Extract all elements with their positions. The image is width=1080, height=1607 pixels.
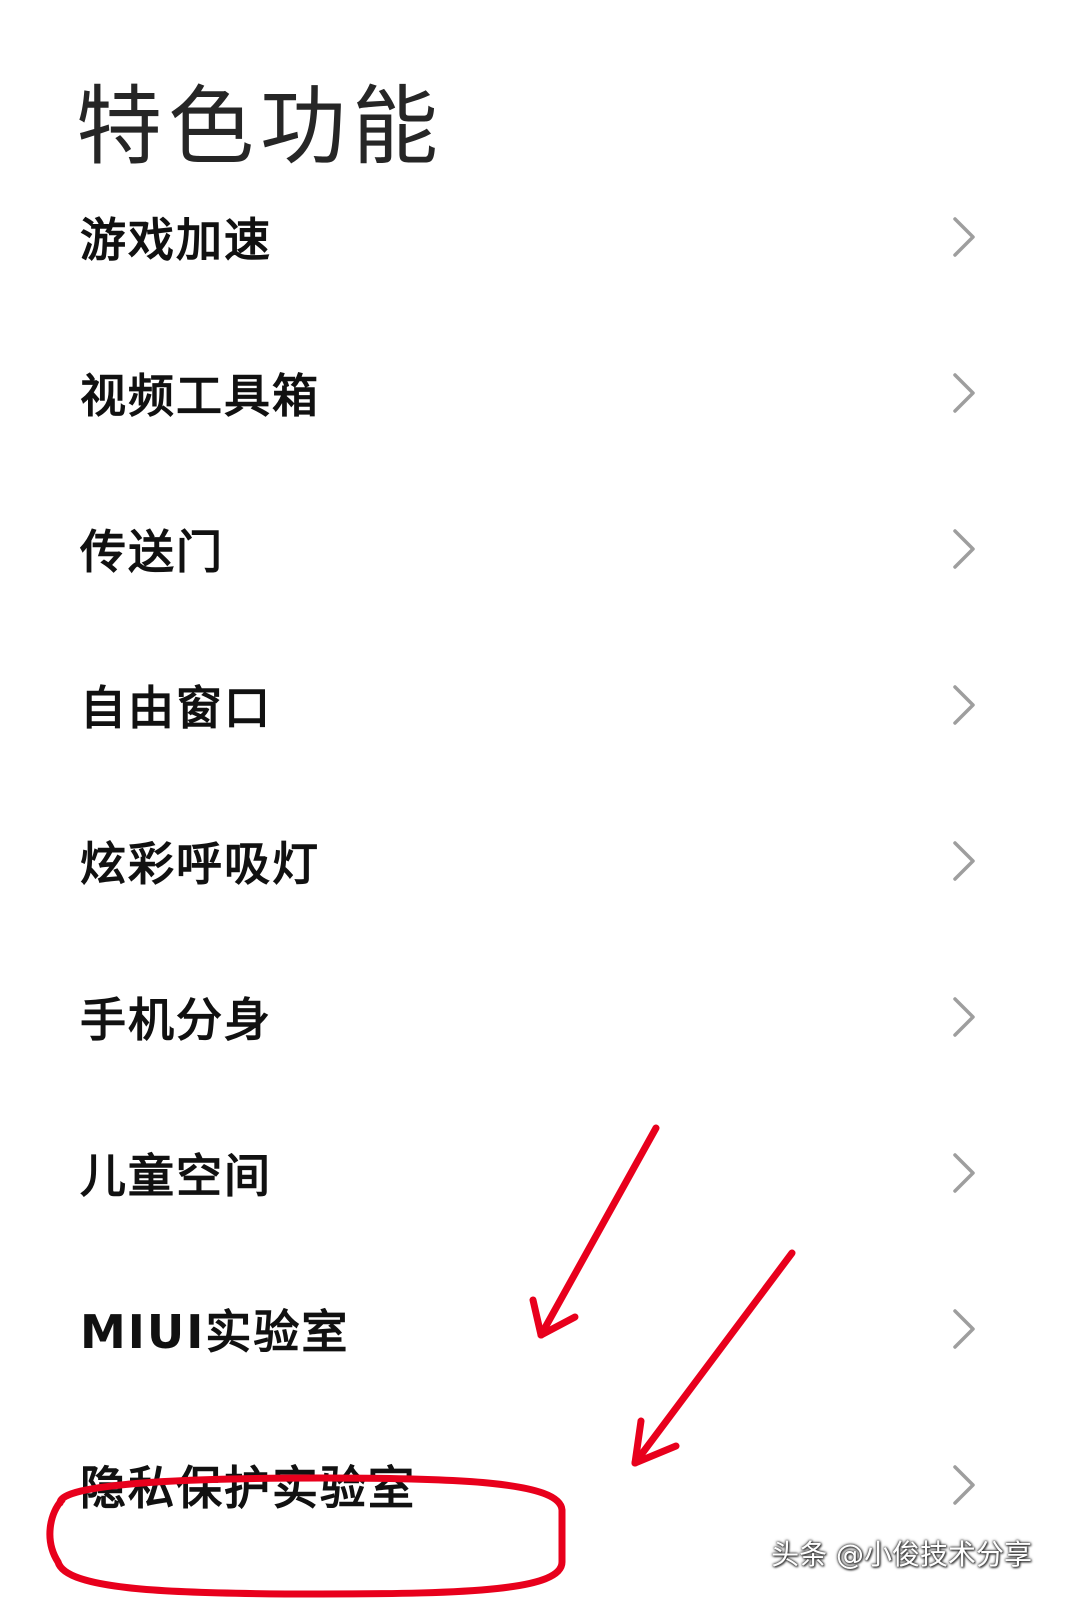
chevron-right-icon <box>945 838 981 884</box>
menu-item-second-space[interactable]: 手机分身 <box>0 939 1080 1095</box>
menu-item-video-toolbox[interactable]: 视频工具箱 <box>0 315 1080 471</box>
menu-item-game-turbo[interactable]: 游戏加速 <box>0 159 1080 315</box>
menu-item-label: 自由窗口 <box>80 681 272 735</box>
chevron-right-icon <box>945 682 981 728</box>
menu-item-label: 视频工具箱 <box>80 369 320 423</box>
chevron-right-icon <box>945 370 981 416</box>
chevron-right-icon <box>945 214 981 260</box>
chevron-right-icon <box>945 994 981 1040</box>
menu-item-label: 游戏加速 <box>80 213 272 267</box>
menu-item-kids-space[interactable]: 儿童空间 <box>0 1095 1080 1251</box>
menu-item-label: 手机分身 <box>80 993 272 1047</box>
chevron-right-icon <box>945 1150 981 1196</box>
chevron-right-icon <box>945 1462 981 1508</box>
menu-item-miui-lab[interactable]: MIUI实验室 <box>0 1251 1080 1407</box>
menu-item-label: 炫彩呼吸灯 <box>80 837 320 891</box>
watermark: 头条 @小俊技术分享 <box>771 1538 1032 1571</box>
menu-item-label: 隐私保护实验室 <box>80 1461 416 1515</box>
chevron-right-icon <box>945 526 981 572</box>
menu-item-label: 传送门 <box>80 525 224 579</box>
menu-item-free-window[interactable]: 自由窗口 <box>0 627 1080 783</box>
menu-item-label: MIUI实验室 <box>80 1305 350 1359</box>
menu-item-breathing-light[interactable]: 炫彩呼吸灯 <box>0 783 1080 939</box>
menu-item-label: 儿童空间 <box>80 1149 272 1203</box>
menu-item-portal[interactable]: 传送门 <box>0 471 1080 627</box>
chevron-right-icon <box>945 1306 981 1352</box>
feature-menu-list: 游戏加速 视频工具箱 传送门 自由窗口 炫彩呼吸灯 手机分身 儿童空间 MIUI… <box>0 159 1080 1563</box>
